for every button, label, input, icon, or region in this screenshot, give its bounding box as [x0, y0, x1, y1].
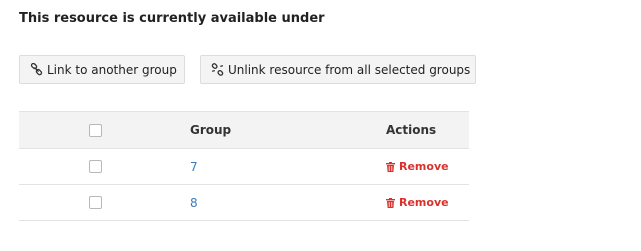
- row-select-cell: [87, 149, 103, 184]
- column-header-actions: Actions: [386, 123, 437, 137]
- group-cell: 7: [190, 149, 198, 184]
- group-cell: 8: [190, 185, 198, 220]
- unlink-icon: [211, 63, 224, 76]
- groups-table: Group Actions 7 Remove 8 Remove: [19, 111, 469, 221]
- link-to-group-label: Link to another group: [47, 62, 177, 77]
- group-link[interactable]: 7: [190, 160, 198, 174]
- remove-button[interactable]: Remove: [386, 160, 449, 173]
- column-header-group[interactable]: Group: [190, 112, 231, 148]
- select-all-checkbox[interactable]: [88, 123, 102, 137]
- row-checkbox[interactable]: [88, 196, 102, 209]
- table-row: 8 Remove: [19, 185, 469, 221]
- remove-button[interactable]: Remove: [386, 196, 449, 209]
- trash-icon: [386, 161, 395, 172]
- link-icon: [30, 63, 43, 76]
- row-checkbox[interactable]: [88, 160, 102, 173]
- unlink-all-label: Unlink resource from all selected groups: [228, 62, 471, 77]
- section-heading: This resource is currently available und…: [19, 11, 325, 26]
- actions-cell: Remove: [386, 149, 449, 184]
- group-link[interactable]: 8: [190, 196, 198, 210]
- actions-cell: Remove: [386, 185, 449, 220]
- row-select-cell: [87, 185, 103, 220]
- trash-icon: [386, 197, 395, 208]
- table-row: 7 Remove: [19, 149, 469, 185]
- unlink-all-button[interactable]: Unlink resource from all selected groups: [200, 55, 476, 84]
- table-header-row: Group Actions: [19, 111, 469, 149]
- link-to-group-button[interactable]: Link to another group: [19, 55, 185, 84]
- select-all-cell: [87, 112, 103, 148]
- remove-label: Remove: [399, 196, 449, 209]
- remove-label: Remove: [399, 160, 449, 173]
